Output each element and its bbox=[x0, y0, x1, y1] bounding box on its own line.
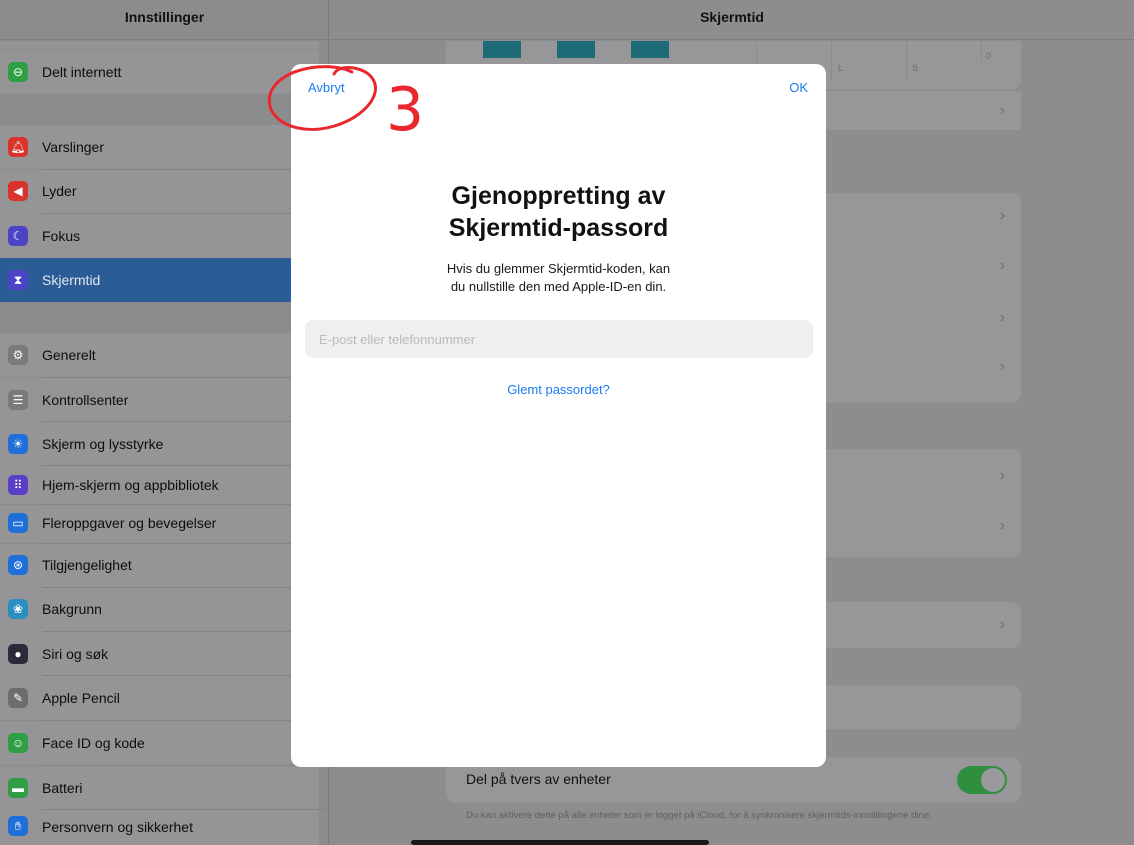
sidebar-item-delt-internett[interactable]: ⊖ Delt internett bbox=[0, 50, 319, 94]
siri-icon: ● bbox=[8, 644, 28, 664]
sidebar-item-fokus[interactable]: ☾ Fokus bbox=[0, 214, 319, 258]
chevron-right-icon[interactable]: › bbox=[1000, 257, 1005, 275]
sheet-description-line: Hvis du glemmer Skjermtid-koden, kan bbox=[446, 261, 671, 276]
sidebar-item-fleroppgaver[interactable]: ▭ Fleroppgaver og bevegelser bbox=[0, 505, 319, 543]
gear-icon: ⚙ bbox=[8, 345, 28, 365]
sidebar-item-apple-pencil[interactable]: ✎ Apple Pencil bbox=[0, 676, 319, 720]
toggles-icon: ☰ bbox=[8, 390, 28, 410]
sidebar-title: Innstillinger bbox=[124, 9, 205, 25]
axis-label-day: S bbox=[912, 63, 919, 73]
sidebar-item-generelt[interactable]: ⚙ Generelt bbox=[0, 333, 319, 377]
share-footnote: Du kan aktivere dette på alle enheter so… bbox=[466, 810, 932, 821]
sheet-description-line: du nullstille den med Apple-ID-en din. bbox=[450, 279, 667, 294]
speaker-icon: ◀ bbox=[8, 181, 28, 201]
sidebar-item-tilgjengelighet[interactable]: ⊛ Tilgjengelighet bbox=[0, 544, 319, 588]
sidebar: Innstillinger ⊖ Delt internett 🔔︎ Varsli… bbox=[0, 0, 329, 845]
sheet-title-line: Gjenoppretting av bbox=[451, 182, 666, 210]
usage-bar bbox=[483, 41, 521, 58]
flower-icon: ❀ bbox=[8, 599, 28, 619]
sidebar-item-batteri[interactable]: ▬ Batteri bbox=[0, 766, 319, 810]
face-id-icon: ☺ bbox=[8, 733, 28, 753]
sidebar-item-lyder[interactable]: ◀ Lyder bbox=[0, 170, 319, 214]
app-grid-icon: ⠿ bbox=[8, 475, 28, 495]
hand-icon: ✋︎ bbox=[8, 816, 28, 836]
sidebar-item-hjem-skjerm[interactable]: ⠿ Hjem-skjerm og appbibliotek bbox=[0, 466, 319, 504]
chevron-right-icon[interactable]: › bbox=[1000, 207, 1005, 225]
apple-id-field[interactable] bbox=[305, 320, 813, 358]
page-title: Skjermtid bbox=[700, 9, 764, 25]
main-header: Skjermtid bbox=[330, 0, 1134, 40]
toggle-knob bbox=[981, 768, 1005, 792]
sidebar-item-personvern[interactable]: ✋︎ Personvern og sikkerhet bbox=[0, 810, 319, 845]
usage-bar bbox=[631, 41, 669, 58]
sidebar-item-face-id[interactable]: ☺ Face ID og kode bbox=[0, 721, 319, 765]
chevron-right-icon[interactable]: › bbox=[1000, 358, 1005, 376]
battery-icon: ▬ bbox=[8, 778, 28, 798]
moon-icon: ☾ bbox=[8, 226, 28, 246]
bell-icon: 🔔︎ bbox=[8, 137, 28, 157]
hourglass-icon: ⧗ bbox=[8, 270, 28, 290]
cancel-button[interactable]: Avbryt bbox=[308, 80, 345, 95]
home-indicator bbox=[411, 840, 709, 845]
axis-label-zero: 0 bbox=[986, 51, 992, 61]
sidebar-header: Innstillinger bbox=[0, 0, 328, 40]
chevron-right-icon[interactable]: › bbox=[1000, 467, 1005, 485]
chevron-right-icon[interactable]: › bbox=[1000, 309, 1005, 327]
sun-icon: ☀ bbox=[8, 434, 28, 454]
chevron-right-icon: › bbox=[999, 616, 1005, 633]
ok-button[interactable]: OK bbox=[789, 80, 808, 95]
pencil-icon: ✎ bbox=[8, 688, 28, 708]
chevron-right-icon: › bbox=[999, 102, 1005, 119]
sheet-title: Gjenoppretting av Skjermtid-passord bbox=[291, 180, 826, 244]
sidebar-item-siri-og-sok[interactable]: ● Siri og søk bbox=[0, 632, 319, 676]
accessibility-icon: ⊛ bbox=[8, 555, 28, 575]
share-across-devices-toggle[interactable] bbox=[957, 766, 1007, 794]
sidebar-item-varslinger[interactable]: 🔔︎ Varslinger bbox=[0, 125, 319, 169]
sheet-description: Hvis du glemmer Skjermtid-koden, kan du … bbox=[291, 260, 826, 296]
sidebar-item-bakgrunn[interactable]: ❀ Bakgrunn bbox=[0, 588, 319, 632]
sidebar-item-skjermtid[interactable]: ⧗ Skjermtid bbox=[0, 258, 319, 302]
multitask-icon: ▭ bbox=[8, 513, 28, 533]
axis-label-day: L bbox=[838, 63, 844, 73]
list-item bbox=[0, 41, 319, 49]
chevron-right-icon[interactable]: › bbox=[1000, 517, 1005, 535]
usage-bar bbox=[557, 41, 595, 58]
sidebar-item-kontrollsenter[interactable]: ☰ Kontrollsenter bbox=[0, 378, 319, 422]
link-icon: ⊖ bbox=[8, 62, 28, 82]
sheet-title-line: Skjermtid-passord bbox=[448, 214, 669, 242]
share-across-devices-label: Del på tvers av enheter bbox=[466, 771, 611, 787]
passcode-recovery-sheet: Avbryt OK Gjenoppretting av Skjermtid-pa… bbox=[291, 64, 826, 767]
forgot-password-link[interactable]: Glemt passordet? bbox=[291, 382, 826, 397]
sidebar-item-skjerm-og-lysstyrke[interactable]: ☀ Skjerm og lysstyrke bbox=[0, 422, 319, 466]
